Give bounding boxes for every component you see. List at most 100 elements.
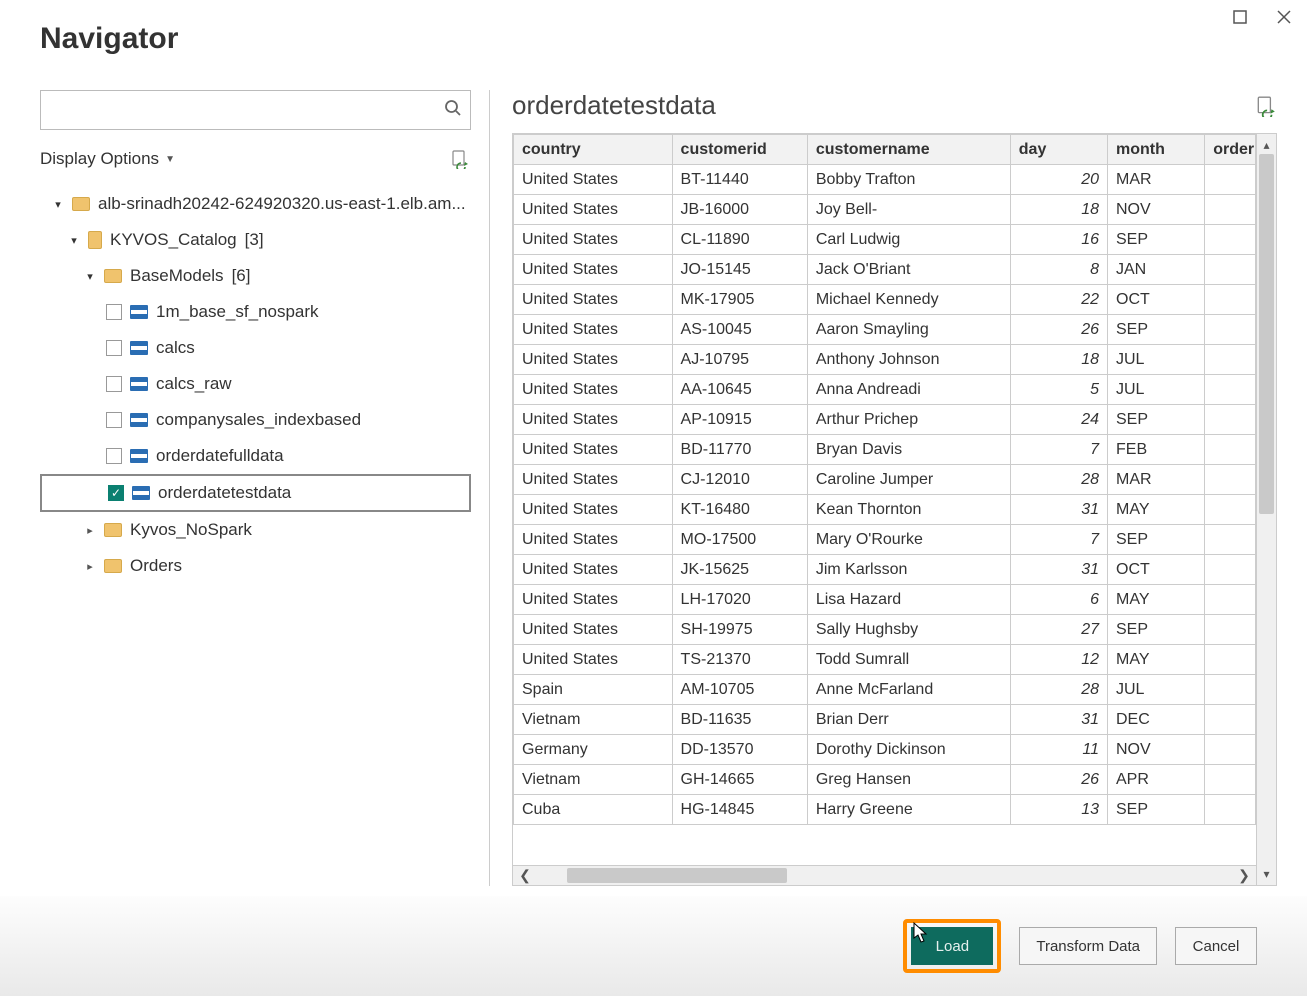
table-row[interactable]: United StatesJK-15625Jim Karlsson31OCT xyxy=(514,555,1256,585)
navigator-window: Navigator Display Options ▼ xyxy=(0,0,1307,996)
table-cell: OCT xyxy=(1108,285,1205,315)
table-row[interactable]: United StatesMO-17500Mary O'Rourke7SEP xyxy=(514,525,1256,555)
checkbox[interactable] xyxy=(106,376,122,392)
table-row[interactable]: United StatesAA-10645Anna Andreadi5JUL xyxy=(514,375,1256,405)
table-cell xyxy=(1205,405,1256,435)
column-header[interactable]: month xyxy=(1108,135,1205,165)
table-row[interactable]: United StatesKT-16480Kean Thornton31MAY xyxy=(514,495,1256,525)
table-cell: DEC xyxy=(1108,705,1205,735)
checkbox[interactable]: ✓ xyxy=(108,485,124,501)
tree-table-item[interactable]: calcs xyxy=(40,330,471,366)
table-cell: 27 xyxy=(1010,615,1107,645)
tree-table-item[interactable]: 1m_base_sf_nospark xyxy=(40,294,471,330)
display-options-dropdown[interactable]: Display Options ▼ xyxy=(40,149,175,169)
table-cell: Dorothy Dickinson xyxy=(807,735,1010,765)
scroll-thumb[interactable] xyxy=(1259,154,1274,514)
column-header[interactable]: customerid xyxy=(672,135,807,165)
scroll-left-arrow[interactable]: ❮ xyxy=(513,867,537,884)
checkbox[interactable] xyxy=(106,304,122,320)
tree-root-node[interactable]: ▾ alb-srinadh20242-624920320.us-east-1.e… xyxy=(40,186,471,222)
tree-item-label: companysales_indexbased xyxy=(156,410,361,430)
table-row[interactable]: United StatesMK-17905Michael Kennedy22OC… xyxy=(514,285,1256,315)
scroll-up-arrow[interactable]: ▴ xyxy=(1257,138,1276,152)
table-icon xyxy=(130,449,148,463)
table-row[interactable]: United StatesAJ-10795Anthony Johnson18JU… xyxy=(514,345,1256,375)
transform-data-button[interactable]: Transform Data xyxy=(1019,927,1157,965)
table-cell: 28 xyxy=(1010,675,1107,705)
table-row[interactable]: United StatesCL-11890Carl Ludwig16SEP xyxy=(514,225,1256,255)
table-icon xyxy=(130,413,148,427)
scroll-thumb[interactable] xyxy=(567,868,787,883)
search-box[interactable] xyxy=(40,90,471,130)
collapse-icon[interactable]: ▾ xyxy=(68,234,80,247)
table-row[interactable]: United StatesCJ-12010Caroline Jumper28MA… xyxy=(514,465,1256,495)
table-cell: Jim Karlsson xyxy=(807,555,1010,585)
tree-catalog-count: [3] xyxy=(245,230,264,250)
collapse-icon[interactable]: ▾ xyxy=(52,198,64,211)
tree-folder-node[interactable]: ▸Orders xyxy=(40,548,471,584)
scroll-down-arrow[interactable]: ▾ xyxy=(1257,867,1276,881)
display-options-label: Display Options xyxy=(40,149,159,169)
search-icon[interactable] xyxy=(436,99,470,122)
table-cell: United States xyxy=(514,405,673,435)
table-cell: Mary O'Rourke xyxy=(807,525,1010,555)
tree-basemodels-node[interactable]: ▾ BaseModels [6] xyxy=(40,258,471,294)
table-row[interactable]: VietnamGH-14665Greg Hansen26APR xyxy=(514,765,1256,795)
table-row[interactable]: United StatesAP-10915Arthur Prichep24SEP xyxy=(514,405,1256,435)
table-row[interactable]: United StatesBD-11770Bryan Davis7FEB xyxy=(514,435,1256,465)
close-button[interactable] xyxy=(1271,6,1297,28)
table-cell: Vietnam xyxy=(514,765,673,795)
table-cell: FEB xyxy=(1108,435,1205,465)
table-cell: GH-14665 xyxy=(672,765,807,795)
table-row[interactable]: SpainAM-10705Anne McFarland28JUL xyxy=(514,675,1256,705)
scroll-right-arrow[interactable]: ❯ xyxy=(1232,867,1256,884)
table-row[interactable]: CubaHG-14845Harry Greene13SEP xyxy=(514,795,1256,825)
table-row[interactable]: United StatesBT-11440Bobby Trafton20MAR xyxy=(514,165,1256,195)
column-header[interactable]: country xyxy=(514,135,673,165)
table-row[interactable]: GermanyDD-13570Dorothy Dickinson11NOV xyxy=(514,735,1256,765)
tree-table-item[interactable]: companysales_indexbased xyxy=(40,402,471,438)
table-row[interactable]: United StatesJB-16000Joy Bell-18NOV xyxy=(514,195,1256,225)
table-cell: 18 xyxy=(1010,195,1107,225)
column-header[interactable]: customername xyxy=(807,135,1010,165)
table-cell: MAY xyxy=(1108,495,1205,525)
tree-table-item[interactable]: calcs_raw xyxy=(40,366,471,402)
collapse-icon[interactable]: ▾ xyxy=(84,270,96,283)
tree-table-item[interactable]: orderdatefulldata xyxy=(40,438,471,474)
table-row[interactable]: United StatesSH-19975Sally Hughsby27SEP xyxy=(514,615,1256,645)
load-button[interactable]: Load xyxy=(911,927,993,965)
tree-table-item[interactable]: ✓orderdatetestdata xyxy=(40,474,471,512)
table-cell: 7 xyxy=(1010,435,1107,465)
tree-item-label: 1m_base_sf_nospark xyxy=(156,302,319,322)
table-row[interactable]: United StatesTS-21370Todd Sumrall12MAY xyxy=(514,645,1256,675)
table-cell: 24 xyxy=(1010,405,1107,435)
table-cell xyxy=(1205,345,1256,375)
horizontal-scrollbar[interactable]: ❮ ❯ xyxy=(513,865,1256,885)
checkbox[interactable] xyxy=(106,412,122,428)
tree-folder-node[interactable]: ▸Kyvos_NoSpark xyxy=(40,512,471,548)
checkbox[interactable] xyxy=(106,448,122,464)
table-cell: 5 xyxy=(1010,375,1107,405)
cancel-button[interactable]: Cancel xyxy=(1175,927,1257,965)
table-row[interactable]: VietnamBD-11635Brian Derr31DEC xyxy=(514,705,1256,735)
dialog-footer: Load Transform Data Cancel xyxy=(0,896,1307,996)
table-cell: 6 xyxy=(1010,585,1107,615)
tree-catalog-node[interactable]: ▾ KYVOS_Catalog [3] xyxy=(40,222,471,258)
expand-icon[interactable]: ▸ xyxy=(84,560,96,573)
table-cell: MAY xyxy=(1108,585,1205,615)
column-header[interactable]: day xyxy=(1010,135,1107,165)
refresh-preview-icon[interactable] xyxy=(1255,95,1277,117)
load-button-highlight: Load xyxy=(903,919,1001,973)
table-row[interactable]: United StatesAS-10045Aaron Smayling26SEP xyxy=(514,315,1256,345)
tree-basemodels-label: BaseModels xyxy=(130,266,224,286)
maximize-button[interactable] xyxy=(1227,6,1253,28)
checkbox[interactable] xyxy=(106,340,122,356)
table-cell: NOV xyxy=(1108,735,1205,765)
refresh-tree-icon[interactable] xyxy=(449,148,471,170)
vertical-scrollbar[interactable]: ▴ ▾ xyxy=(1256,134,1276,885)
table-row[interactable]: United StatesJO-15145Jack O'Briant8JAN xyxy=(514,255,1256,285)
table-row[interactable]: United StatesLH-17020Lisa Hazard6MAY xyxy=(514,585,1256,615)
column-header[interactable]: order xyxy=(1205,135,1256,165)
search-input[interactable] xyxy=(41,98,436,123)
expand-icon[interactable]: ▸ xyxy=(84,524,96,537)
